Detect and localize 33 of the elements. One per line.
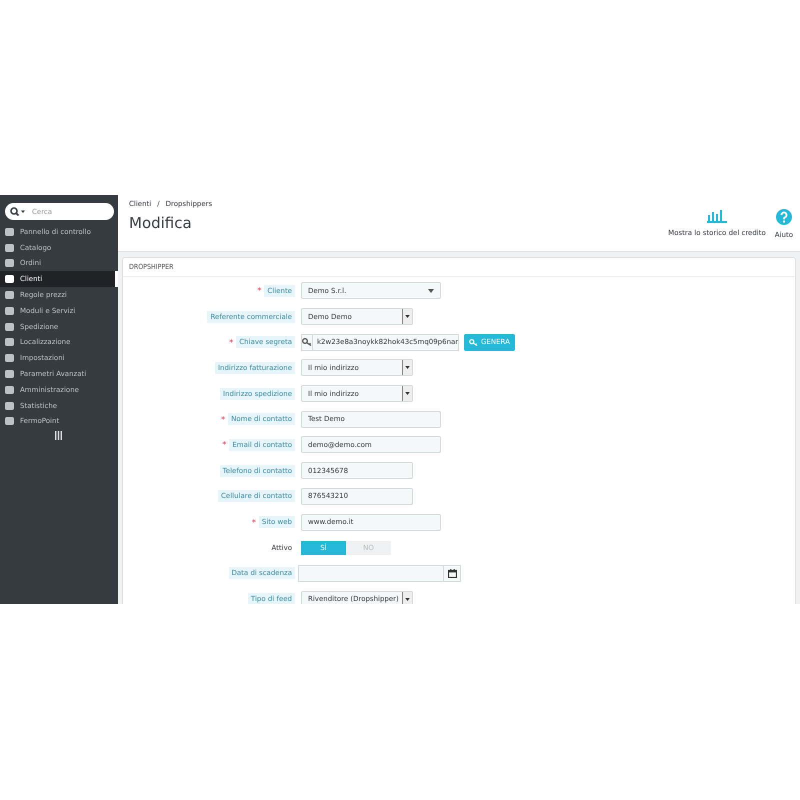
page-title: Modifica <box>129 214 193 232</box>
square-icon <box>5 386 14 394</box>
square-icon <box>5 275 14 284</box>
required-mark: * <box>257 286 262 296</box>
help-icon <box>776 209 792 225</box>
calendar-button[interactable] <box>444 564 461 582</box>
square-icon <box>5 370 14 378</box>
required-mark: * <box>221 414 226 424</box>
caret-icon <box>405 315 410 318</box>
square-icon <box>5 402 14 410</box>
required-mark: * <box>252 518 256 527</box>
caret-icon <box>428 288 434 293</box>
caret-icon <box>405 366 410 370</box>
square-icon <box>5 306 14 315</box>
bar-chart-icon <box>706 209 727 223</box>
square-icon <box>5 228 14 236</box>
grip-icon[interactable] <box>55 431 62 440</box>
square-icon <box>5 322 14 331</box>
date-field[interactable] <box>298 564 444 582</box>
square-icon <box>5 291 14 300</box>
key-icon <box>302 338 312 346</box>
calendar-icon <box>448 568 456 578</box>
square-icon <box>5 259 14 268</box>
key-icon <box>469 338 478 346</box>
square-icon <box>5 417 14 426</box>
square-icon <box>5 354 14 362</box>
square-icon <box>5 338 14 346</box>
square-icon <box>5 244 14 252</box>
caret-icon <box>405 598 410 601</box>
required-mark: * <box>229 338 234 347</box>
required-mark: * <box>222 440 226 450</box>
search-icon <box>10 207 26 217</box>
caret-icon <box>405 392 410 396</box>
